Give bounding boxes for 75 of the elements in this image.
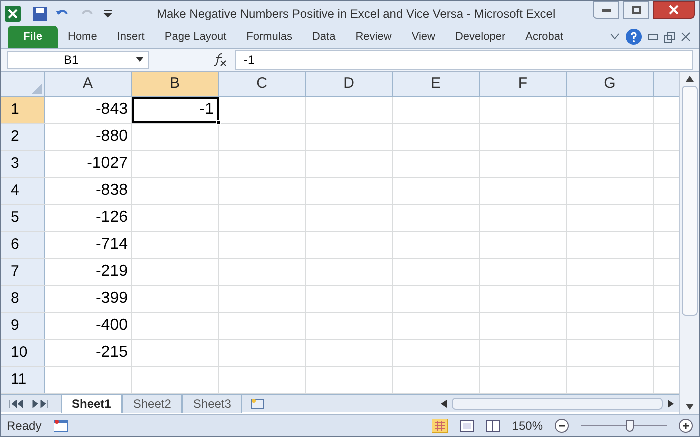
ribbon-tab[interactable]: Review	[346, 26, 402, 48]
zoom-out-icon[interactable]	[555, 418, 569, 432]
column-header[interactable]: D	[306, 72, 393, 96]
sheet-tab[interactable]: Sheet2	[122, 394, 182, 412]
sheet-tab[interactable]: Sheet3	[182, 394, 242, 412]
ribbon-tab[interactable]: View	[402, 26, 446, 48]
table-cell: -838	[45, 178, 132, 204]
window-title: Make Negative Numbers Positive in Excel and Vice Versa - Microsoft Excel	[157, 6, 556, 22]
ribbon-tab[interactable]: Data	[302, 26, 346, 48]
table-cell: -1027	[45, 151, 132, 177]
page-break-icon[interactable]	[486, 420, 500, 432]
corner-triangle-icon	[32, 84, 42, 94]
scroll-right-icon[interactable]	[667, 400, 675, 408]
table-cell: -880	[45, 124, 132, 150]
customize-toolbar-icon[interactable]	[103, 8, 113, 20]
macro-record-icon[interactable]	[54, 420, 68, 432]
column-header[interactable]: G	[567, 72, 654, 96]
maximize-button[interactable]	[623, 1, 649, 19]
column-header[interactable]: E	[393, 72, 480, 96]
row-header[interactable]: 7	[1, 259, 45, 285]
table-cell: -714	[45, 232, 132, 258]
status-text: Ready	[7, 418, 42, 434]
row-header[interactable]: 2	[1, 124, 45, 150]
minimize-icon[interactable]	[648, 34, 658, 40]
collapse-ribbon-icon[interactable]	[610, 33, 620, 41]
ribbon-tab[interactable]: Acrobat	[516, 26, 574, 48]
zoom-slider[interactable]	[581, 420, 667, 432]
horizontal-scrollbar[interactable]	[440, 396, 675, 410]
vertical-scrollbar[interactable]	[679, 72, 699, 414]
table-cell: -843	[45, 97, 132, 123]
insert-function-icon[interactable]	[213, 53, 227, 67]
table-cell: -219	[45, 259, 132, 285]
scroll-up-icon[interactable]	[686, 76, 694, 82]
row-header[interactable]: 1	[1, 97, 45, 123]
row-header[interactable]: 10	[1, 340, 45, 366]
row-header[interactable]: 5	[1, 205, 45, 231]
minimize-button[interactable]	[593, 1, 619, 19]
sheet-tab[interactable]: Sheet1	[61, 394, 122, 412]
row-header[interactable]: 8	[1, 286, 45, 312]
ribbon-tab[interactable]: Developer	[445, 26, 516, 48]
restore-icon[interactable]	[664, 32, 675, 42]
ribbon-tab[interactable]: Home	[58, 26, 108, 48]
column-header[interactable]: B	[132, 72, 219, 96]
close-icon	[669, 5, 679, 15]
row-header[interactable]: 9	[1, 313, 45, 339]
insert-sheet-icon[interactable]	[250, 398, 266, 410]
row-header[interactable]: 6	[1, 232, 45, 258]
ribbon-tab[interactable]: Formulas	[236, 26, 302, 48]
column-header[interactable]: F	[480, 72, 567, 96]
ribbon-tab[interactable]: Insert	[107, 26, 155, 48]
page-layout-icon[interactable]	[460, 420, 474, 432]
ribbon-tab[interactable]: Page Layout	[154, 26, 237, 48]
row-header[interactable]: 11	[1, 367, 45, 393]
zoom-in-icon[interactable]	[679, 418, 693, 432]
table-cell: -400	[45, 313, 132, 339]
close-icon[interactable]	[681, 32, 691, 42]
column-header[interactable]: C	[219, 72, 306, 96]
scroll-down-icon[interactable]	[686, 404, 694, 410]
row-header[interactable]: 3	[1, 151, 45, 177]
help-icon[interactable]	[626, 29, 642, 45]
table-cell: -126	[45, 205, 132, 231]
normal-view-icon[interactable]	[432, 418, 448, 432]
table-cell: -215	[45, 340, 132, 366]
scroll-left-icon[interactable]	[440, 400, 448, 408]
fill-handle[interactable]	[216, 120, 221, 125]
excel-logo-icon	[5, 6, 21, 22]
zoom-level[interactable]: 150%	[512, 416, 543, 434]
table-cell: -399	[45, 286, 132, 312]
row-header[interactable]: 4	[1, 178, 45, 204]
close-button[interactable]	[653, 1, 695, 19]
active-cell: -1	[132, 97, 219, 123]
save-icon[interactable]	[33, 6, 47, 20]
formula-field[interactable]: -1	[235, 50, 693, 70]
name-box[interactable]: B1	[7, 51, 149, 69]
file-tab[interactable]: File	[8, 26, 58, 48]
